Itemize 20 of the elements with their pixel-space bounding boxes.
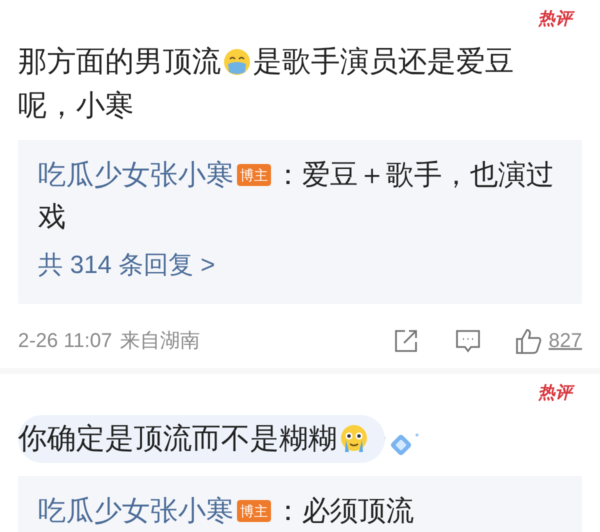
like-icon[interactable] (514, 327, 543, 355)
comment-time: 2-26 11:07 (18, 329, 112, 354)
crying-face-emoji-icon (339, 424, 369, 454)
blogger-badge: 博主 (237, 164, 271, 186)
comment-text: 你确定是顶流而不是糊糊 (18, 422, 337, 457)
like-count[interactable]: 827 (548, 326, 582, 356)
blogger-badge: 博主 (237, 500, 271, 522)
author-link[interactable]: 吃瓜少女张小寒 (38, 154, 234, 196)
comment-location: 来自湖南 (120, 329, 200, 354)
reply-text: ：必须顶流 (274, 494, 414, 528)
author-link[interactable]: 吃瓜少女张小寒 (38, 490, 234, 532)
reply-text: ：爱豆＋歌手，也演过 (274, 158, 554, 192)
reply-text: 戏 (38, 200, 66, 234)
more-replies-link[interactable]: 共 314 条回复 > (38, 248, 562, 282)
comment-icon[interactable] (454, 328, 481, 354)
comment-text: 那方面的男顶流 (18, 45, 221, 80)
comment-text: 是歌手演员还是爱豆 (253, 45, 514, 80)
masked-face-emoji-icon (223, 48, 251, 76)
comment-text: 呢，小寒 (18, 89, 134, 124)
share-icon[interactable] (392, 328, 419, 354)
